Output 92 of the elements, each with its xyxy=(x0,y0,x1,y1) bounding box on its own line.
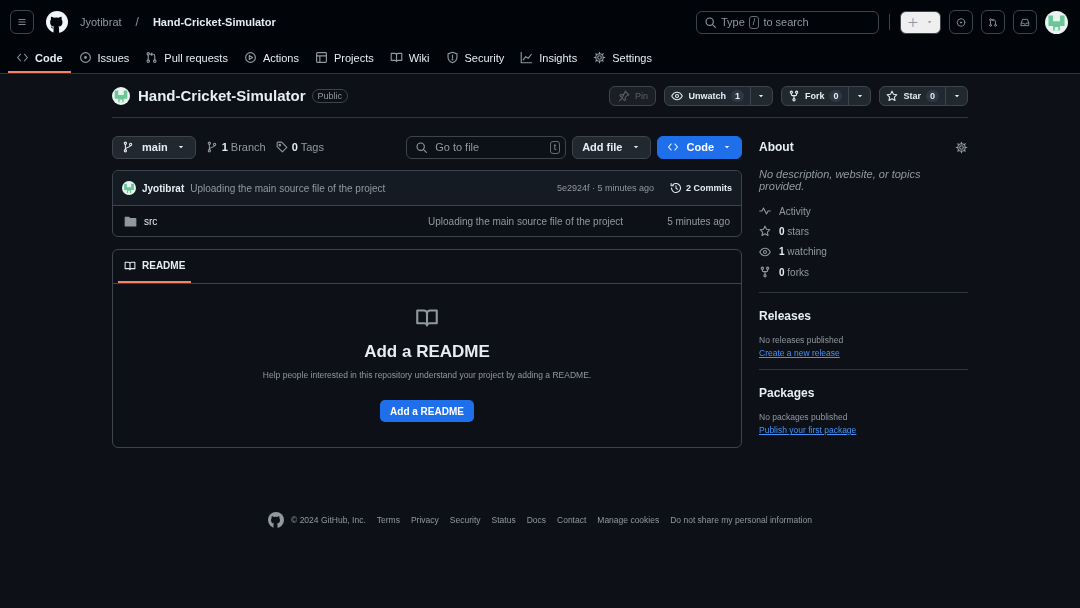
nav-tab[interactable]: Settings xyxy=(585,44,660,73)
code-button[interactable]: Code xyxy=(656,135,742,159)
search-icon xyxy=(704,15,717,29)
stat-link[interactable]: 0 forks xyxy=(779,266,809,278)
repo-title: Hand-Cricket-Simulator xyxy=(138,87,306,104)
pull-requests-button[interactable] xyxy=(981,10,1005,34)
folder-icon xyxy=(124,214,137,228)
release-link[interactable]: Create a new release xyxy=(759,348,840,359)
footer-link[interactable]: Do not share my personal information xyxy=(670,515,812,525)
footer-link[interactable]: Contact xyxy=(557,515,587,525)
settings-icon xyxy=(955,140,968,154)
star-icon xyxy=(886,89,899,102)
tags-link[interactable]: 0 Tags xyxy=(275,141,324,153)
footer-link[interactable]: Docs xyxy=(526,515,546,525)
pulse-icon xyxy=(759,205,771,218)
book-icon xyxy=(389,51,403,64)
readme-heading: Add a README xyxy=(364,342,490,362)
empty-note: No releases published xyxy=(759,335,845,346)
branch-button[interactable]: main xyxy=(112,135,196,159)
search-field[interactable]: Type / to search xyxy=(696,10,879,34)
commit-meta[interactable]: 5e2924f · 5 minutes ago xyxy=(556,183,654,193)
issue-icon xyxy=(956,15,966,29)
footer-link[interactable]: Manage cookies xyxy=(597,515,660,525)
commit-author[interactable]: Jyotibrat xyxy=(142,182,185,194)
logo-icon[interactable] xyxy=(46,11,68,33)
nav-tab[interactable]: Insights xyxy=(512,44,586,73)
avatar-icon xyxy=(112,86,130,105)
plus-icon xyxy=(907,15,919,29)
stat-link[interactable]: 1 watching xyxy=(779,246,827,258)
path-separator: / xyxy=(135,15,139,29)
branch-icon xyxy=(205,141,218,153)
nav-tab[interactable]: Wiki xyxy=(381,44,438,73)
commits-link[interactable]: 2 Commits xyxy=(670,182,732,194)
footer-link[interactable]: Status xyxy=(491,515,516,525)
pr-icon xyxy=(145,51,159,64)
table-icon xyxy=(314,51,328,64)
about-heading: About xyxy=(759,140,794,154)
code-icon xyxy=(666,141,679,153)
readme-hint: Help people interested in this repository understand your project by adding a README. xyxy=(262,370,592,380)
readme-tab[interactable]: README xyxy=(118,250,192,283)
pull-request-icon xyxy=(988,15,998,29)
go-to-file-field[interactable]: Go to file t xyxy=(406,135,567,159)
tag-icon xyxy=(275,141,288,153)
file-name[interactable]: src xyxy=(144,215,158,227)
commit-message[interactable]: Uploading the main source file of the project xyxy=(418,215,624,227)
copyright: © 2024 GitHub, Inc. xyxy=(291,515,366,525)
star-icon xyxy=(759,225,771,238)
fork-icon xyxy=(787,89,800,102)
pin-icon xyxy=(617,89,630,102)
nav-tab[interactable]: Pull requests xyxy=(137,44,236,73)
logo-icon[interactable] xyxy=(268,512,284,528)
book-icon xyxy=(124,259,136,272)
add-readme-button[interactable]: Add a README xyxy=(380,400,474,422)
gear-icon xyxy=(593,51,607,64)
owner-link[interactable]: Jyotibrat xyxy=(80,16,122,28)
shield-icon xyxy=(445,51,459,64)
empty-note: No packages published xyxy=(759,412,849,423)
inbox-button[interactable] xyxy=(1013,10,1037,34)
eye-icon xyxy=(759,245,771,258)
repo-description: No description, website, or topics provided. xyxy=(759,168,922,192)
commit-message[interactable]: Uploading the main source file of the project xyxy=(190,182,386,194)
graph-icon xyxy=(520,51,534,64)
section-heading: Packages xyxy=(759,386,816,401)
section-heading: Releases xyxy=(759,309,813,324)
publish-link[interactable]: Publish your first package xyxy=(759,425,857,436)
nav-tab[interactable]: Security xyxy=(437,44,513,73)
create-button[interactable] xyxy=(900,10,941,34)
footer-link[interactable]: Security xyxy=(449,515,481,525)
avatar-icon[interactable] xyxy=(1045,10,1068,34)
avatar-icon xyxy=(122,181,136,195)
footer-link[interactable]: Terms xyxy=(376,515,400,525)
stat-link[interactable]: Activity xyxy=(779,205,811,217)
branches-link[interactable]: 1 Branch xyxy=(205,141,266,153)
history-icon xyxy=(670,182,682,194)
fork-icon xyxy=(759,266,771,279)
nav-tab[interactable]: Issues xyxy=(70,44,138,73)
stat-link[interactable]: 0 stars xyxy=(779,225,809,237)
footer-link[interactable]: Privacy xyxy=(410,515,439,525)
commit-time: 5 minutes ago xyxy=(667,215,730,227)
eye-icon xyxy=(671,89,684,102)
nav-tab[interactable]: Code xyxy=(8,44,71,73)
nav-tab[interactable]: Projects xyxy=(306,44,382,73)
play-icon xyxy=(243,51,257,64)
issue-icon xyxy=(78,51,92,64)
nav-tab[interactable]: Actions xyxy=(235,44,307,73)
repo-link[interactable]: Hand-Cricket-Simulator xyxy=(152,16,276,28)
code-icon xyxy=(16,51,29,64)
branch-icon xyxy=(122,141,134,153)
search-icon xyxy=(415,140,429,154)
menu-button[interactable] xyxy=(10,10,34,34)
add-file-button[interactable]: Add file xyxy=(572,135,651,159)
issues-button[interactable] xyxy=(949,10,973,34)
